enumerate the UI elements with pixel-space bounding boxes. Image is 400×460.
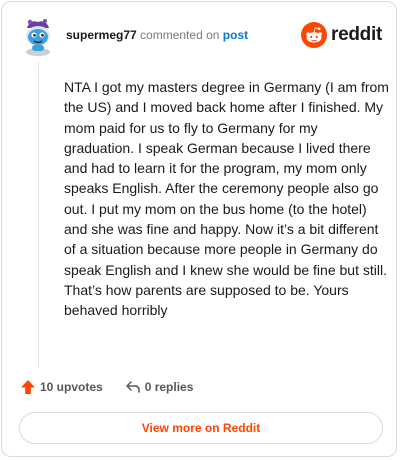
upvote-arrow-icon [21,380,35,394]
thread-line [38,62,39,368]
comment-body: NTA I got my masters degree in Germany (… [64,79,389,319]
comment-actions: 10 upvotes 0 replies [20,379,193,395]
post-link[interactable]: post [223,28,248,42]
action-text: commented on [140,28,220,42]
upvote-button[interactable]: 10 upvotes [20,379,103,395]
reply-count: 0 replies [144,380,194,394]
view-more-button[interactable]: View more on Reddit [19,412,383,444]
reddit-wordmark: reddit [331,24,382,45]
comment-card: supermeg77 commented on post reddit NTA … [1,1,397,457]
comment-header: supermeg77 commented on post [66,28,248,42]
reddit-logo[interactable]: reddit [301,22,382,48]
reply-arrow-icon [125,381,140,393]
user-avatar[interactable] [18,16,58,56]
reddit-snoo-icon [301,22,328,48]
author-username[interactable]: supermeg77 [66,28,137,42]
upvote-count: 10 upvotes [40,380,103,394]
snoo-avatar-icon [26,19,50,56]
reply-button[interactable]: 0 replies [125,379,194,395]
